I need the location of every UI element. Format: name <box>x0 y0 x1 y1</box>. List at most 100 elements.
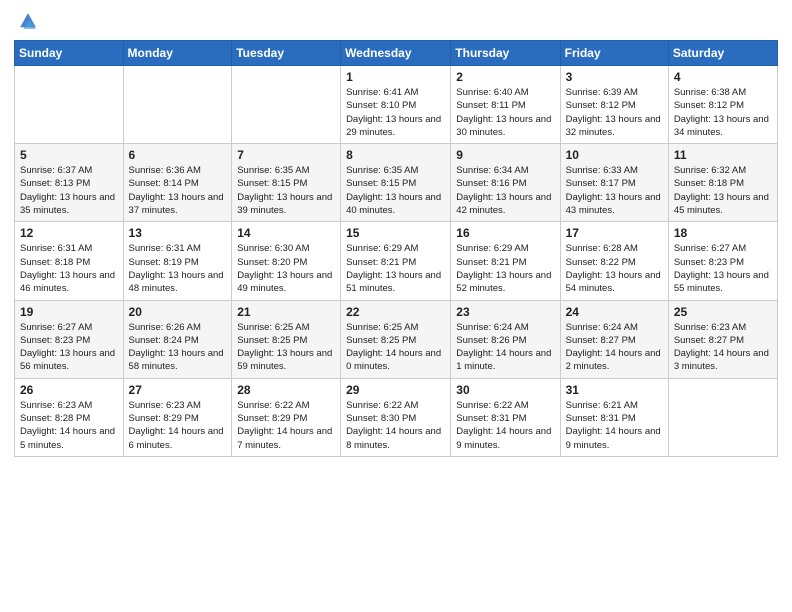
day-number: 25 <box>674 305 772 319</box>
header <box>14 10 778 32</box>
day-number: 8 <box>346 148 445 162</box>
col-friday: Friday <box>560 41 668 66</box>
sunrise-text: Sunrise: 6:22 AM <box>346 400 418 411</box>
day-detail: Sunrise: 6:29 AMSunset: 8:21 PMDaylight:… <box>456 242 554 295</box>
daylight-text: Daylight: 14 hours and 1 minute. <box>456 348 551 372</box>
table-row <box>123 66 232 144</box>
day-detail: Sunrise: 6:22 AMSunset: 8:29 PMDaylight:… <box>237 399 335 452</box>
col-wednesday: Wednesday <box>341 41 451 66</box>
sunset-text: Sunset: 8:29 PM <box>129 413 199 424</box>
sunrise-text: Sunrise: 6:25 AM <box>237 322 309 333</box>
sunset-text: Sunset: 8:29 PM <box>237 413 307 424</box>
sunset-text: Sunset: 8:18 PM <box>20 257 90 268</box>
table-row: 15 Sunrise: 6:29 AM Sunset: 8:21 PM Dayligh… <box>341 222 451 300</box>
table-row: 13Sunrise: 6:31 AMSunset: 8:19 PMDayligh… <box>123 222 232 300</box>
day-detail: Sunrise: 6:36 AMSunset: 8:14 PMDaylight:… <box>129 164 227 217</box>
sunset-text: Sunset: 8:30 PM <box>346 413 416 424</box>
sunrise-text: Sunrise: 6:26 AM <box>129 322 201 333</box>
daylight-text: Daylight: 13 hours and 30 minutes. <box>456 114 551 138</box>
logo-icon <box>17 10 39 32</box>
calendar-week-row: 26Sunrise: 6:23 AMSunset: 8:28 PMDayligh… <box>15 378 778 456</box>
table-row: 12 Sunrise: 6:31 AMSunset: 8:18 PMDayligh… <box>15 222 124 300</box>
table-row: 31Sunrise: 6:21 AMSunset: 8:31 PMDayligh… <box>560 378 668 456</box>
day-number: 15 <box>346 226 445 240</box>
daylight-text: Daylight: 13 hours and 29 minutes. <box>346 114 441 138</box>
calendar-week-row: 1Sunrise: 6:41 AMSunset: 8:10 PMDaylight… <box>15 66 778 144</box>
calendar-week-row: 5Sunrise: 6:37 AMSunset: 8:13 PMDaylight… <box>15 144 778 222</box>
day-number: 28 <box>237 383 335 397</box>
sunrise-text: Sunrise: 6:27 AM <box>674 243 746 254</box>
sunrise-text: Sunrise: 6:29 AM <box>346 243 418 254</box>
sunrise-text: Sunrise: 6:22 AM <box>237 400 309 411</box>
day-detail: Sunrise: 6:31 AMSunset: 8:18 PMDaylight:… <box>20 242 118 295</box>
calendar-header-row: Sunday Monday Tuesday Wednesday Thursday… <box>15 41 778 66</box>
sunset-text: Sunset: 8:31 PM <box>456 413 526 424</box>
sunset-text: Sunset: 8:25 PM <box>237 335 307 346</box>
day-number: 23 <box>456 305 554 319</box>
sunrise-text: Sunrise: 6:23 AM <box>129 400 201 411</box>
daylight-text: Daylight: 13 hours and 49 minutes. <box>237 270 332 294</box>
sunrise-text: Sunrise: 6:24 AM <box>566 322 638 333</box>
sunrise-text: Sunrise: 6:32 AM <box>674 165 746 176</box>
day-number: 20 <box>129 305 227 319</box>
day-number: 19 <box>20 305 118 319</box>
day-detail: Sunrise: 6:35 AMSunset: 8:15 PMDaylight:… <box>237 164 335 217</box>
day-detail: Sunrise: 6:23 AMSunset: 8:29 PMDaylight:… <box>129 399 227 452</box>
sunrise-text: Sunrise: 6:21 AM <box>566 400 638 411</box>
table-row: 7 Sunrise: 6:35 AMSunset: 8:15 PMDaylight… <box>232 144 341 222</box>
sunrise-text: Sunrise: 6:34 AM <box>456 165 528 176</box>
day-number: 16 <box>456 226 554 240</box>
table-row: 28Sunrise: 6:22 AMSunset: 8:29 PMDayligh… <box>232 378 341 456</box>
daylight-text: Daylight: 13 hours and 54 minutes. <box>566 270 661 294</box>
daylight-text: Daylight: 13 hours and 55 minutes. <box>674 270 769 294</box>
col-tuesday: Tuesday <box>232 41 341 66</box>
sunset-text: Sunset: 8:11 PM <box>456 100 526 111</box>
day-number: 13 <box>129 226 227 240</box>
day-number: 31 <box>566 383 663 397</box>
daylight-text: Daylight: 13 hours and 37 minutes. <box>129 192 224 216</box>
daylight-text: Daylight: 13 hours and 51 minutes. <box>346 270 441 294</box>
table-row: 8Sunrise: 6:35 AMSunset: 8:15 PMDaylight… <box>341 144 451 222</box>
table-row: 25Sunrise: 6:23 AMSunset: 8:27 PMDayligh… <box>668 300 777 378</box>
day-number: 2 <box>456 70 554 84</box>
sunrise-text: Sunrise: 6:35 AM <box>237 165 309 176</box>
daylight-text: Daylight: 13 hours and 34 minutes. <box>674 114 769 138</box>
sunrise-text: Sunrise: 6:39 AM <box>566 87 638 98</box>
day-number: 26 <box>20 383 118 397</box>
day-number: 3 <box>566 70 663 84</box>
day-detail: Sunrise: 6:41 AMSunset: 8:10 PMDaylight:… <box>346 86 445 139</box>
day-number: 12 <box>20 226 118 240</box>
sunset-text: Sunset: 8:27 PM <box>566 335 636 346</box>
day-number: 7 <box>237 148 335 162</box>
daylight-text: Daylight: 13 hours and 48 minutes. <box>129 270 224 294</box>
daylight-text: Daylight: 13 hours and 43 minutes. <box>566 192 661 216</box>
daylight-text: Daylight: 13 hours and 40 minutes. <box>346 192 441 216</box>
day-detail: Sunrise: 6:27 AMSunset: 8:23 PMDaylight:… <box>20 321 118 374</box>
day-number: 6 <box>129 148 227 162</box>
day-detail: Sunrise: 6:30 AMSunset: 8:20 PMDaylight:… <box>237 242 335 295</box>
sunrise-text: Sunrise: 6:22 AM <box>456 400 528 411</box>
daylight-text: Daylight: 13 hours and 42 minutes. <box>456 192 551 216</box>
table-row: 6 Sunrise: 6:36 AMSunset: 8:14 PMDaylight… <box>123 144 232 222</box>
table-row: 26Sunrise: 6:23 AMSunset: 8:28 PMDayligh… <box>15 378 124 456</box>
day-detail: Sunrise: 6:28 AMSunset: 8:22 PMDaylight:… <box>566 242 663 295</box>
sunrise-text: Sunrise: 6:27 AM <box>20 322 92 333</box>
day-number: 30 <box>456 383 554 397</box>
day-detail: Sunrise: 6:24 AMSunset: 8:27 PMDaylight:… <box>566 321 663 374</box>
table-row: 23Sunrise: 6:24 AMSunset: 8:26 PMDayligh… <box>451 300 560 378</box>
daylight-text: Daylight: 13 hours and 45 minutes. <box>674 192 769 216</box>
table-row: 17 Sunrise: 6:28 AMSunset: 8:22 PMDayligh… <box>560 222 668 300</box>
table-row: 10Sunrise: 6:33 AMSunset: 8:17 PMDayligh… <box>560 144 668 222</box>
daylight-text: Daylight: 13 hours and 59 minutes. <box>237 348 332 372</box>
sunset-text: Sunset: 8:15 PM <box>346 178 416 189</box>
day-number: 17 <box>566 226 663 240</box>
day-detail: Sunrise: 6:26 AMSunset: 8:24 PMDaylight:… <box>129 321 227 374</box>
day-number: 9 <box>456 148 554 162</box>
col-sunday: Sunday <box>15 41 124 66</box>
sunset-text: Sunset: 8:16 PM <box>456 178 526 189</box>
sunset-text: Sunset: 8:21 PM <box>346 257 416 268</box>
day-detail: Sunrise: 6:33 AMSunset: 8:17 PMDaylight:… <box>566 164 663 217</box>
table-row: 22Sunrise: 6:25 AMSunset: 8:25 PMDayligh… <box>341 300 451 378</box>
day-number: 29 <box>346 383 445 397</box>
sunrise-text: Sunrise: 6:37 AM <box>20 165 92 176</box>
